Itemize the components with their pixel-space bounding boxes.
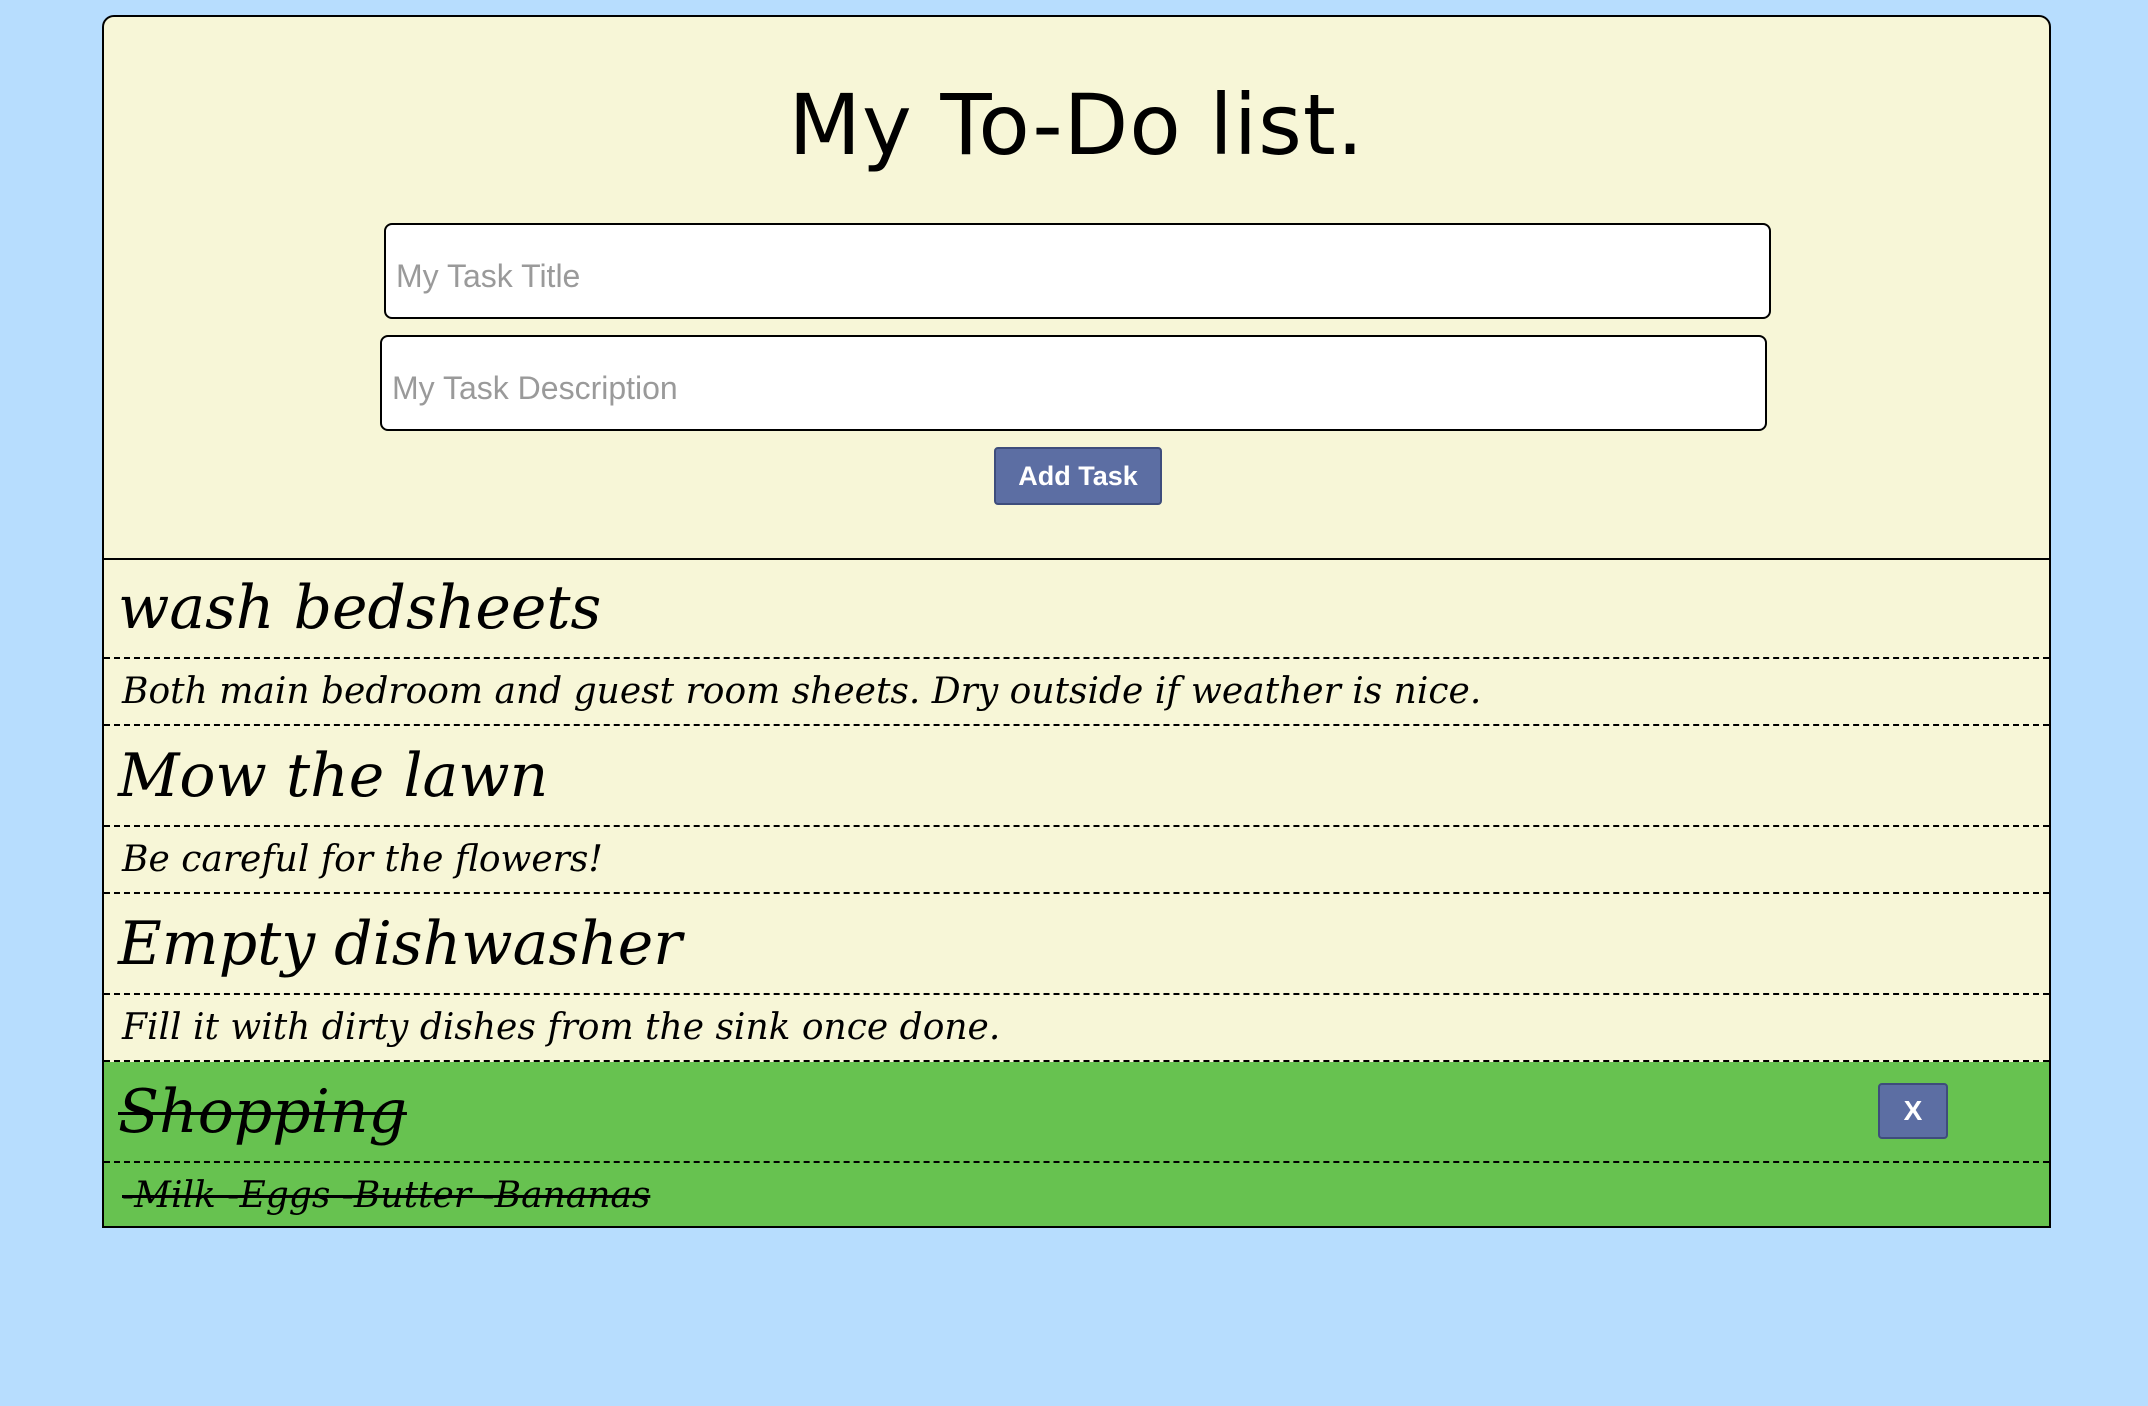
task-description: -Milk -Eggs -Butter -Bananas (122, 1175, 651, 1216)
task-description: Both main bedroom and guest room sheets.… (122, 671, 1482, 712)
task-title-row: Mow the lawn (104, 726, 2049, 827)
delete-task-button[interactable]: X (1878, 1083, 1948, 1139)
task-title: Shopping (118, 1077, 407, 1147)
task-description: Be careful for the flowers! (122, 839, 603, 880)
task-title-row: Shopping X (104, 1062, 2049, 1163)
todo-header: My To-Do list. Add Task (104, 17, 2049, 560)
task-description-row: Be careful for the flowers! (104, 827, 2049, 894)
task-title: Mow the lawn (118, 741, 549, 811)
task-item[interactable]: Mow the lawn Be careful for the flowers! (104, 726, 2049, 894)
task-title-row: wash bedsheets (104, 558, 2049, 659)
task-description: Fill it with dirty dishes from the sink … (122, 1007, 1001, 1048)
page-title: My To-Do list. (788, 76, 1365, 174)
add-task-button[interactable]: Add Task (994, 447, 1162, 505)
task-item-completed[interactable]: Shopping X -Milk -Eggs -Butter -Bananas (104, 1062, 2049, 1226)
task-title-input[interactable] (384, 223, 1771, 319)
task-item[interactable]: wash bedsheets Both main bedroom and gue… (104, 558, 2049, 726)
task-item[interactable]: Empty dishwasher Fill it with dirty dish… (104, 894, 2049, 1062)
task-description-input[interactable] (380, 335, 1767, 431)
task-title: Empty dishwasher (118, 909, 682, 979)
task-description-row: Both main bedroom and guest room sheets.… (104, 659, 2049, 726)
task-description-row: Fill it with dirty dishes from the sink … (104, 995, 2049, 1062)
task-description-row: -Milk -Eggs -Butter -Bananas (104, 1163, 2049, 1226)
task-title-row: Empty dishwasher (104, 894, 2049, 995)
task-list: wash bedsheets Both main bedroom and gue… (104, 558, 2049, 1226)
todo-card: My To-Do list. Add Task wash bedsheets B… (102, 15, 2051, 1228)
task-title: wash bedsheets (118, 573, 602, 643)
